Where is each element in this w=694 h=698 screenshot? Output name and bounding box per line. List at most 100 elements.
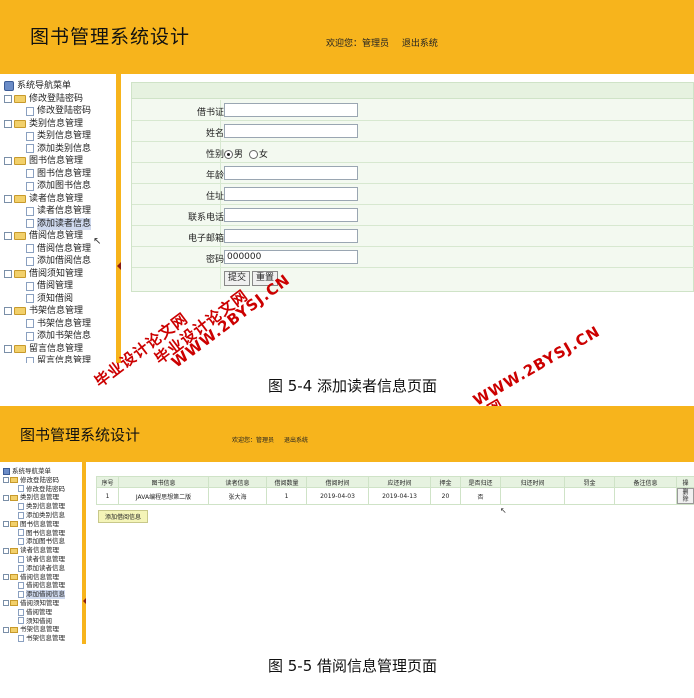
folder-icon: [14, 344, 26, 353]
tree-folder[interactable]: 借阅信息管理: [4, 230, 91, 243]
gender-radio-group: 男 女: [224, 147, 268, 160]
tree-folder[interactable]: 图书信息管理: [3, 520, 65, 529]
document-page: 图书管理系统设计 欢迎您：管理员 退出系统 系统导航菜单 修改登陆密码 修改登陆密码…: [0, 0, 694, 698]
document-icon: [26, 281, 34, 291]
add-reader-screenshot: 图书管理系统设计 欢迎您：管理员 退出系统 系统导航菜单 修改登陆密码 修改登陆密码…: [0, 0, 694, 363]
tree-folder[interactable]: 读者信息管理: [4, 193, 91, 206]
collapse-toggle-icon[interactable]: [3, 600, 9, 607]
tree-item[interactable]: 读者信息管理: [3, 555, 65, 564]
submit-button[interactable]: 提交: [224, 271, 251, 286]
document-icon: [26, 256, 34, 266]
welcome-bar-2: 欢迎您：管理员 退出系统: [232, 435, 316, 444]
document-icon: [26, 131, 34, 141]
folder-icon: [14, 232, 26, 241]
tree-item-label: 图书信息管理: [37, 168, 92, 179]
tree-item-label: 书架信息管理: [37, 318, 92, 329]
tree-item[interactable]: 书架信息管理: [4, 318, 91, 331]
gender-male-radio[interactable]: [224, 150, 233, 159]
tree-folder[interactable]: 类别信息管理: [3, 493, 65, 502]
name-input[interactable]: [224, 124, 358, 138]
tree-item[interactable]: 借阅信息管理: [4, 243, 91, 256]
tree-item[interactable]: 书架信息管理: [3, 634, 65, 643]
table-cell: JAVA编程思想第二版: [118, 487, 209, 505]
nav-tree: 系统导航菜单 修改登陆密码 修改登陆密码 类别信息管理 类别信息管理 添加类别信息 图书信息…: [4, 80, 92, 363]
app-title-2: 图书管理系统设计: [20, 426, 141, 444]
tree-item[interactable]: 添加类别信息: [3, 511, 65, 520]
column-header: 备注信息: [614, 476, 677, 488]
gender-female-radio[interactable]: [248, 150, 258, 159]
collapse-toggle-icon[interactable]: [4, 344, 12, 353]
document-icon: [18, 582, 24, 590]
tree-folder[interactable]: 修改登陆密码: [3, 476, 65, 485]
tree-item-label: 读者信息管理: [20, 546, 59, 555]
collapse-toggle-icon[interactable]: [4, 119, 12, 128]
tree-item[interactable]: 借阅管理: [4, 280, 91, 293]
menu-root-icon: [4, 81, 14, 92]
collapse-toggle-icon[interactable]: [4, 157, 12, 166]
column-header: 应还时间: [368, 476, 431, 488]
delete-button[interactable]: 删除: [677, 488, 694, 504]
tree-root[interactable]: 系统导航菜单: [3, 467, 65, 476]
mouse-cursor-icon-2: ↖: [500, 506, 507, 515]
tree-folder[interactable]: 书架信息管理: [3, 625, 65, 634]
gender-label: 性别：: [205, 150, 233, 160]
tree-item[interactable]: 修改登陆密码: [4, 105, 91, 118]
tree-folder[interactable]: 类别信息管理: [4, 118, 91, 131]
collapse-toggle-icon[interactable]: [4, 94, 12, 103]
tree-item[interactable]: 添加书架信息: [4, 330, 91, 343]
collapse-toggle-icon[interactable]: [3, 547, 9, 554]
tree-item[interactable]: 类别信息管理: [3, 502, 65, 511]
address-input[interactable]: [224, 187, 358, 201]
tree-item[interactable]: 借阅管理: [3, 608, 65, 617]
tree-root[interactable]: 系统导航菜单: [4, 80, 91, 93]
tree-folder[interactable]: 留言信息管理: [4, 343, 91, 356]
tree-item[interactable]: 须知借阅: [4, 293, 91, 306]
nav-sidebar: 系统导航菜单 修改登陆密码 修改登陆密码 类别信息管理 类别信息管理 添加类别信息 图书信息…: [0, 74, 116, 363]
collapse-toggle-icon[interactable]: [4, 269, 12, 278]
password-input[interactable]: 000000: [224, 250, 358, 264]
tree-item[interactable]: 图书信息管理: [4, 168, 91, 181]
document-icon: [26, 244, 34, 254]
tree-item[interactable]: 添加借阅信息: [3, 590, 65, 599]
add-borrow-button[interactable]: 添加借阅信息: [98, 510, 149, 523]
collapse-toggle-icon[interactable]: [3, 626, 9, 633]
collapse-toggle-icon[interactable]: [4, 194, 12, 203]
tree-item-label: 借阅管理: [37, 281, 74, 291]
email-input[interactable]: [224, 229, 358, 243]
tree-item-label: 借阅管理: [26, 607, 52, 616]
card-input[interactable]: [224, 103, 358, 117]
tree-item[interactable]: 添加图书信息: [3, 537, 65, 546]
collapse-toggle-icon[interactable]: [4, 232, 12, 241]
tree-item[interactable]: 读者信息管理: [4, 205, 91, 218]
tree-item-label: 添加图书信息: [37, 181, 92, 191]
document-icon: [26, 319, 34, 329]
tree-folder[interactable]: 图书信息管理: [4, 155, 91, 168]
collapse-toggle-icon[interactable]: [3, 573, 9, 580]
tree-item[interactable]: 留言信息管理: [4, 355, 91, 363]
tree-item[interactable]: 借阅信息管理: [3, 581, 65, 590]
collapse-toggle-icon[interactable]: [4, 307, 12, 316]
tree-item[interactable]: 添加图书信息: [4, 180, 91, 193]
collapse-toggle-icon[interactable]: [3, 521, 9, 528]
tree-item[interactable]: 添加读者信息: [4, 217, 92, 230]
collapse-toggle-icon[interactable]: [3, 494, 9, 501]
phone-input[interactable]: [224, 208, 358, 222]
tree-item[interactable]: 添加读者信息: [3, 564, 65, 573]
folder-icon: [14, 194, 26, 203]
phone-label: 联系电话：: [187, 213, 233, 223]
column-header: 罚金: [564, 476, 615, 488]
tree-item-label: 读者信息管理: [29, 193, 84, 204]
tree-folder[interactable]: 借阅须知管理: [4, 268, 91, 281]
logout-link-2[interactable]: 退出系统: [284, 437, 308, 444]
collapse-toggle-icon[interactable]: [3, 477, 9, 484]
tree-folder[interactable]: 书架信息管理: [4, 305, 91, 318]
tree-item[interactable]: 添加类别信息: [4, 143, 91, 156]
tree-item[interactable]: 类别信息管理: [4, 130, 91, 143]
tree-folder[interactable]: 读者信息管理: [3, 546, 65, 555]
age-input[interactable]: [224, 166, 358, 180]
tree-folder[interactable]: 修改登陆密码: [4, 93, 91, 106]
borrow-manage-screenshot: 图书管理系统设计 欢迎您：管理员 退出系统 系统导航菜单 修改登陆密码 修改登陆密码…: [0, 406, 694, 644]
tree-folder[interactable]: 借阅须知管理: [3, 599, 65, 608]
tree-item[interactable]: 添加借阅信息: [4, 255, 91, 268]
logout-link[interactable]: 退出系统: [402, 39, 438, 49]
